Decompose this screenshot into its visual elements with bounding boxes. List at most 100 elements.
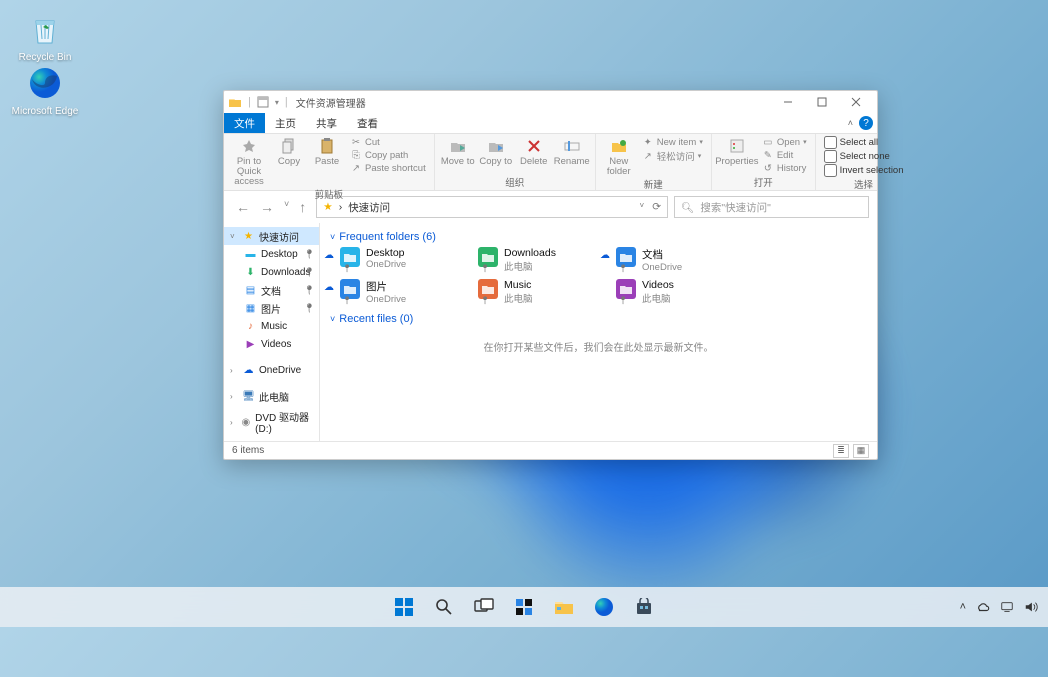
select-none-button[interactable]: Select none [822,150,906,163]
navigation-pane: ˅★快速访问 ▬Desktop📍︎ ⬇Downloads📍︎ ▤文档📍︎ ▦图片… [224,223,320,441]
delete-icon [527,136,541,156]
store-taskbar-button[interactable] [627,590,661,624]
icons-view-button[interactable]: ▦ [853,444,869,458]
copy-path-button[interactable]: ⎘Copy path [348,149,428,161]
pin-icon: 📍︎ [304,285,315,296]
sidebar-item-pictures[interactable]: ▦图片📍︎ [224,299,319,317]
edge-icon [24,62,66,104]
rename-button[interactable]: Rename [555,136,589,175]
details-view-button[interactable]: ≣ [833,444,849,458]
chevron-down-icon: ˅ [330,314,335,324]
folder-name: 图片 [366,279,406,294]
close-button[interactable] [839,91,873,113]
sidebar-item-onedrive[interactable]: ›☁OneDrive [224,361,319,379]
folder-name: Desktop [366,247,406,259]
onedrive-tray-icon[interactable] [976,600,990,614]
titlebar-qat: | ▾ | [228,96,288,108]
pin-to-quick-access-button[interactable]: Pin to Quick access [230,136,268,187]
frequent-folders-header[interactable]: ˅Frequent folders (6) [330,231,867,243]
sidebar-item-this-pc[interactable]: ›🖥︎此电脑 [224,387,319,405]
easy-access-button[interactable]: ↗轻松访问 ▾ [640,149,705,163]
pin-icon: 📍︎ [342,264,352,273]
breadcrumb-chevron: › [339,201,343,213]
start-button[interactable] [387,590,421,624]
new-item-button[interactable]: ✦New item ▾ [640,136,705,148]
sidebar-item-downloads[interactable]: ⬇Downloads📍︎ [224,263,319,281]
tray-chevron-icon[interactable]: ˄ [960,601,966,613]
copy-to-button[interactable]: Copy to [479,136,513,175]
sidebar-item-desktop[interactable]: ▬Desktop📍︎ [224,245,319,263]
help-icon[interactable]: ? [859,116,873,130]
pin-icon: 📍︎ [304,303,315,314]
sidebar-item-music[interactable]: ♪Music [224,317,319,335]
folder-card[interactable]: 📍︎Downloads此电脑 [478,247,598,273]
copy-button[interactable]: Copy [272,136,306,187]
properties-qat-icon[interactable] [257,96,269,108]
ribbon-group-open: Properties ▭Open ▾ ✎Edit ↺History 打开 [712,134,816,190]
search-input[interactable]: 🔍︎ 搜索"快速访问" [674,196,869,218]
folder-card[interactable]: 📍︎Music此电脑 [478,279,598,305]
open-icon: ▭ [762,136,774,148]
sidebar-item-dvd[interactable]: ›◉DVD 驱动器 (D:) [224,413,319,431]
system-tray: ˄ [960,600,1038,614]
task-view-button[interactable] [467,590,501,624]
folder-card[interactable]: 📍︎Videos此电脑 [616,279,736,305]
sidebar-item-network[interactable]: ›🖧︎网络 [224,439,319,441]
tab-share[interactable]: 共享 [306,113,347,133]
invert-selection-button[interactable]: Invert selection [822,164,906,177]
pin-icon: 📍︎ [618,296,628,305]
cut-button[interactable]: ✂Cut [348,136,428,148]
cloud-sync-icon: ☁ [324,282,334,293]
move-to-button[interactable]: Move to [441,136,475,175]
desktop-icon-edge[interactable]: Microsoft Edge [10,62,80,118]
folder-card[interactable]: ☁📍︎DesktopOneDrive [340,247,460,273]
folder-location: 此电脑 [504,291,533,305]
sidebar-item-quick-access[interactable]: ˅★快速访问 [224,227,319,245]
tab-file[interactable]: 文件 [224,113,265,133]
network-tray-icon[interactable] [1000,600,1014,614]
paste-shortcut-button[interactable]: ↗Paste shortcut [348,162,428,174]
sidebar-item-videos[interactable]: ▶Videos [224,335,319,353]
recycle-bin-icon [24,8,66,50]
desktop-icon-recycle-bin[interactable]: Recycle Bin [10,8,80,64]
file-explorer-taskbar-button[interactable] [547,590,581,624]
ribbon-collapse-icon[interactable]: ˄ [848,118,853,128]
history-button[interactable]: ↺History [760,162,809,174]
ribbon-group-new: New folder ✦New item ▾ ↗轻松访问 ▾ 新建 [596,134,712,190]
sidebar-item-documents[interactable]: ▤文档📍︎ [224,281,319,299]
paste-button[interactable]: Paste [310,136,344,187]
folder-card[interactable]: ☁📍︎图片OneDrive [340,279,460,305]
scissors-icon: ✂ [350,136,362,148]
move-icon [450,136,466,156]
open-button[interactable]: ▭Open ▾ [760,136,809,148]
shortcut-icon: ↗ [350,162,362,174]
tab-home[interactable]: 主页 [265,113,306,133]
delete-button[interactable]: Delete [517,136,551,175]
properties-button[interactable]: Properties [718,136,756,175]
properties-icon [730,136,744,156]
folder-name: Downloads [504,247,556,259]
maximize-button[interactable] [805,91,839,113]
edit-icon: ✎ [762,149,774,161]
address-dropdown-icon[interactable]: ˅ [640,201,645,213]
refresh-icon[interactable]: ⟳ [652,201,661,213]
titlebar[interactable]: | ▾ | 文件资源管理器 [224,91,877,113]
content-pane: ˅Frequent folders (6) ☁📍︎DesktopOneDrive… [320,223,877,441]
folder-card[interactable]: ☁📍︎文档OneDrive [616,247,736,273]
recent-files-header[interactable]: ˅Recent files (0) [330,313,867,325]
qat-chevron-icon[interactable]: ▾ [275,98,279,107]
minimize-button[interactable] [771,91,805,113]
search-button[interactable] [427,590,461,624]
new-folder-button[interactable]: New folder [602,136,636,177]
volume-tray-icon[interactable] [1024,600,1038,614]
ribbon-group-clipboard: Pin to Quick access Copy Paste ✂Cut ⎘Cop… [224,134,435,190]
tab-view[interactable]: 查看 [347,113,388,133]
select-all-button[interactable]: Select all [822,136,906,149]
edge-taskbar-button[interactable] [587,590,621,624]
edit-button[interactable]: ✎Edit [760,149,809,161]
widgets-button[interactable] [507,590,541,624]
pictures-icon: ▦ [244,302,257,315]
search-icon: 🔍︎ [681,201,694,214]
pin-icon: 📍︎ [480,264,490,273]
cloud-sync-icon: ☁ [600,250,610,261]
